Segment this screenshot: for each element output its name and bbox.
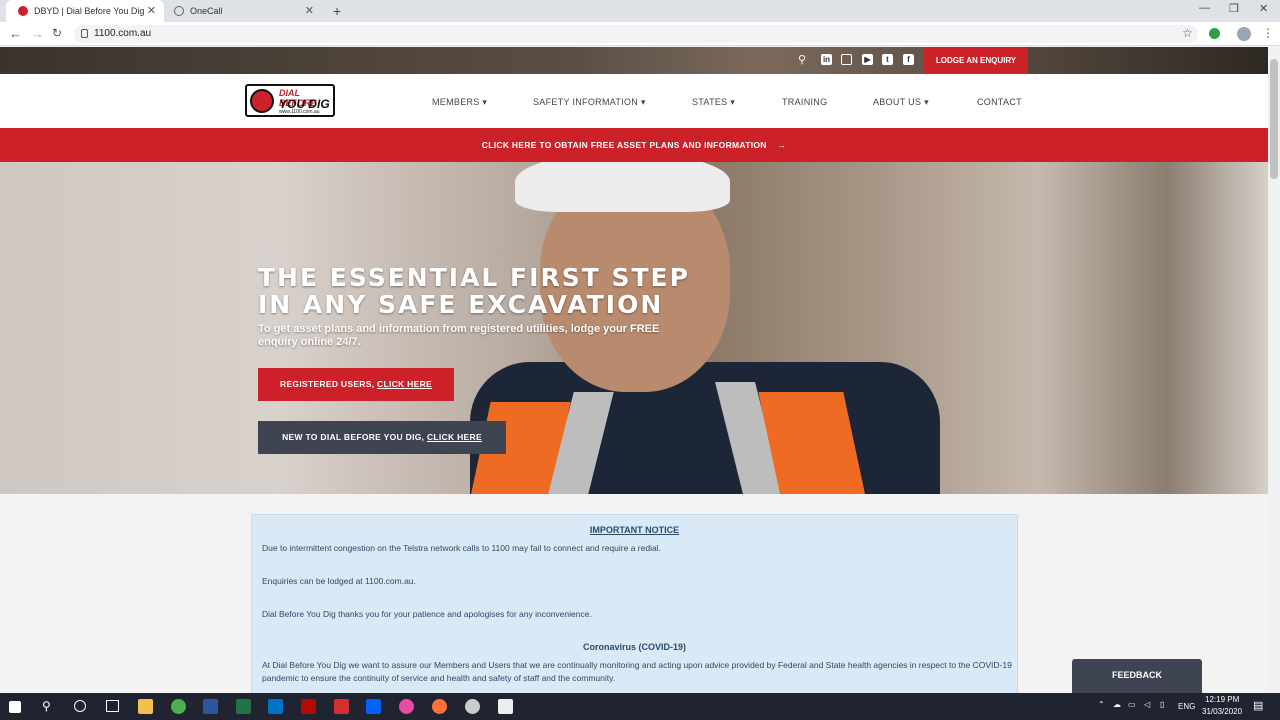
- youtube-icon[interactable]: ▶: [862, 54, 873, 65]
- itunes-icon[interactable]: [399, 699, 414, 714]
- asset-plans-banner[interactable]: CLICK HERE TO OBTAIN FREE ASSET PLANS AN…: [0, 128, 1268, 162]
- instagram-icon[interactable]: [841, 54, 852, 65]
- browser-tab-onecall[interactable]: OneCall ✕: [162, 0, 322, 22]
- word-icon[interactable]: [203, 699, 218, 714]
- arrow-right-icon: →: [777, 140, 787, 150]
- nav-item-contact[interactable]: CONTACT: [977, 97, 1022, 107]
- notepad-icon[interactable]: [498, 699, 513, 714]
- windows-start-icon[interactable]: [9, 701, 21, 713]
- forward-icon[interactable]: →: [31, 26, 44, 41]
- button-label: NEW TO DIAL BEFORE YOU DIG,: [282, 432, 427, 442]
- close-tab-icon[interactable]: ✕: [305, 4, 314, 17]
- logo-line3: www.1100.com.au: [279, 109, 320, 115]
- chrome-icon[interactable]: [171, 699, 186, 714]
- caret-down-icon: ▾: [924, 97, 929, 107]
- search-icon[interactable]: ⚲: [42, 699, 51, 713]
- notice-paragraph: Enquiries can be lodged at 1100.com.au.: [262, 576, 416, 586]
- nav-item-about-us[interactable]: ABOUT US ▾: [873, 97, 929, 108]
- nav-item-training[interactable]: TRAINING: [782, 97, 827, 107]
- close-tab-icon[interactable]: ✕: [147, 4, 156, 17]
- nav-item-states[interactable]: STATES ▾: [692, 97, 735, 108]
- onedrive-icon[interactable]: ☁: [1113, 700, 1121, 709]
- scrollbar-thumb[interactable]: [1270, 59, 1278, 179]
- access-icon[interactable]: [334, 699, 349, 714]
- site-top-strip: ⚲ in ▶ t f LODGE AN ENQUIRY: [0, 47, 1268, 74]
- extension-check-icon[interactable]: [1209, 28, 1220, 39]
- twitter-icon[interactable]: t: [882, 54, 893, 65]
- caret-down-icon: ▾: [640, 97, 646, 107]
- browser-tab-dbyd[interactable]: DBYD | Dial Before You Dig ✕: [6, 0, 164, 22]
- lodge-enquiry-button[interactable]: LODGE AN ENQUIRY: [924, 47, 1028, 74]
- hero-title-line1: THE ESSENTIAL FIRST STEP: [258, 263, 690, 292]
- back-icon[interactable]: ←: [9, 26, 22, 41]
- new-user-button[interactable]: NEW TO DIAL BEFORE YOU DIG, CLICK HERE: [258, 421, 506, 454]
- network-icon[interactable]: ▭: [1128, 700, 1136, 709]
- notice-paragraph: Due to intermittent congestion on the Te…: [262, 543, 661, 553]
- windows-taskbar: ⚲ ⌃ ☁ ▭ ◁ ▯ ENG 12:19 PM 31/03/2020 ▤: [0, 693, 1280, 720]
- excel-icon[interactable]: [236, 699, 251, 714]
- address-bar-row: ← → ↻ 1100.com.au ☆ ⋮: [0, 22, 1280, 46]
- lock-icon: [81, 29, 88, 38]
- notice-paragraph: Dial Before You Dig thanks you for your …: [262, 609, 592, 619]
- button-label: REGISTERED USERS,: [280, 379, 378, 389]
- globe-icon: [174, 6, 184, 16]
- feedback-button[interactable]: FEEDBACK: [1072, 659, 1202, 693]
- obs-icon[interactable]: [465, 699, 480, 714]
- hero-subtitle: To get asset plans and information from …: [258, 323, 660, 348]
- facebook-icon[interactable]: f: [903, 54, 914, 65]
- new-tab-icon[interactable]: +: [333, 3, 341, 19]
- covid-heading: Coronavirus (COVID-19): [582, 642, 687, 652]
- hero-title-line2: IN ANY SAFE EXCAVATION: [258, 290, 664, 319]
- battery-icon[interactable]: ▯: [1160, 700, 1164, 709]
- firefox-icon[interactable]: [432, 699, 447, 714]
- language-indicator[interactable]: ENG: [1178, 702, 1195, 711]
- caret-down-icon: ▾: [730, 97, 736, 107]
- task-view-icon[interactable]: [106, 700, 119, 712]
- tab-title: OneCall: [190, 6, 223, 16]
- button-link: CLICK HERE: [426, 432, 482, 442]
- hero-image-helmet: [515, 162, 730, 212]
- button-link: CLICK HERE: [377, 379, 432, 389]
- volume-icon[interactable]: ◁: [1144, 700, 1150, 709]
- search-icon[interactable]: ⚲: [798, 53, 806, 66]
- notifications-icon[interactable]: ▤: [1253, 699, 1263, 712]
- dbyd-logo[interactable]: DIAL BEFORE YOU DIG www.1100.com.au: [245, 84, 335, 117]
- url-text: 1100.com.au: [94, 28, 152, 39]
- acrobat-icon[interactable]: [301, 699, 316, 714]
- tab-title: DBYD | Dial Before You Dig: [34, 6, 145, 16]
- clock-date[interactable]: 31/03/2020: [1202, 707, 1242, 716]
- minimize-icon[interactable]: —: [1199, 2, 1210, 14]
- tray-chevron-icon[interactable]: ⌃: [1098, 700, 1105, 709]
- cortana-icon[interactable]: [74, 700, 86, 712]
- outlook-icon[interactable]: [268, 699, 283, 714]
- reload-icon[interactable]: ↻: [52, 26, 62, 40]
- browser-tab-bar: DBYD | Dial Before You Dig ✕ OneCall ✕ +…: [0, 0, 1280, 22]
- banner-label: CLICK HERE TO OBTAIN FREE ASSET PLANS AN…: [481, 140, 767, 150]
- close-window-icon[interactable]: ✕: [1259, 2, 1268, 15]
- maximize-icon[interactable]: ❐: [1229, 2, 1239, 15]
- important-notice: IMPORTANT NOTICE Due to intermittent con…: [251, 514, 1018, 694]
- clock-time[interactable]: 12:19 PM: [1205, 695, 1239, 704]
- main-nav: DIAL BEFORE YOU DIG www.1100.com.au MEMB…: [0, 74, 1268, 128]
- linkedin-icon[interactable]: in: [821, 54, 832, 65]
- browser-menu-icon[interactable]: ⋮: [1262, 26, 1274, 40]
- shovel-icon: [250, 89, 274, 113]
- bookmark-star-icon[interactable]: ☆: [1182, 26, 1193, 40]
- profile-avatar[interactable]: [1237, 27, 1251, 41]
- url-input[interactable]: 1100.com.au: [74, 25, 1198, 43]
- page-scrollbar[interactable]: [1268, 47, 1280, 693]
- hero-section: THE ESSENTIAL FIRST STEP IN ANY SAFE EXC…: [0, 162, 1268, 494]
- dbyd-favicon-icon: [18, 6, 28, 16]
- hero-title: THE ESSENTIAL FIRST STEP IN ANY SAFE EXC…: [258, 264, 690, 318]
- notice-heading: IMPORTANT NOTICE: [589, 525, 680, 535]
- covid-paragraph: At Dial Before You Dig we want to assure…: [262, 660, 1012, 683]
- dropbox-icon[interactable]: [366, 699, 381, 714]
- nav-item-members[interactable]: MEMBERS ▾: [432, 97, 487, 108]
- file-explorer-icon[interactable]: [138, 699, 153, 714]
- registered-users-button[interactable]: REGISTERED USERS, CLICK HERE: [258, 368, 454, 401]
- nav-item-safety-information[interactable]: SAFETY INFORMATION ▾: [533, 97, 646, 108]
- caret-down-icon: ▾: [482, 97, 488, 107]
